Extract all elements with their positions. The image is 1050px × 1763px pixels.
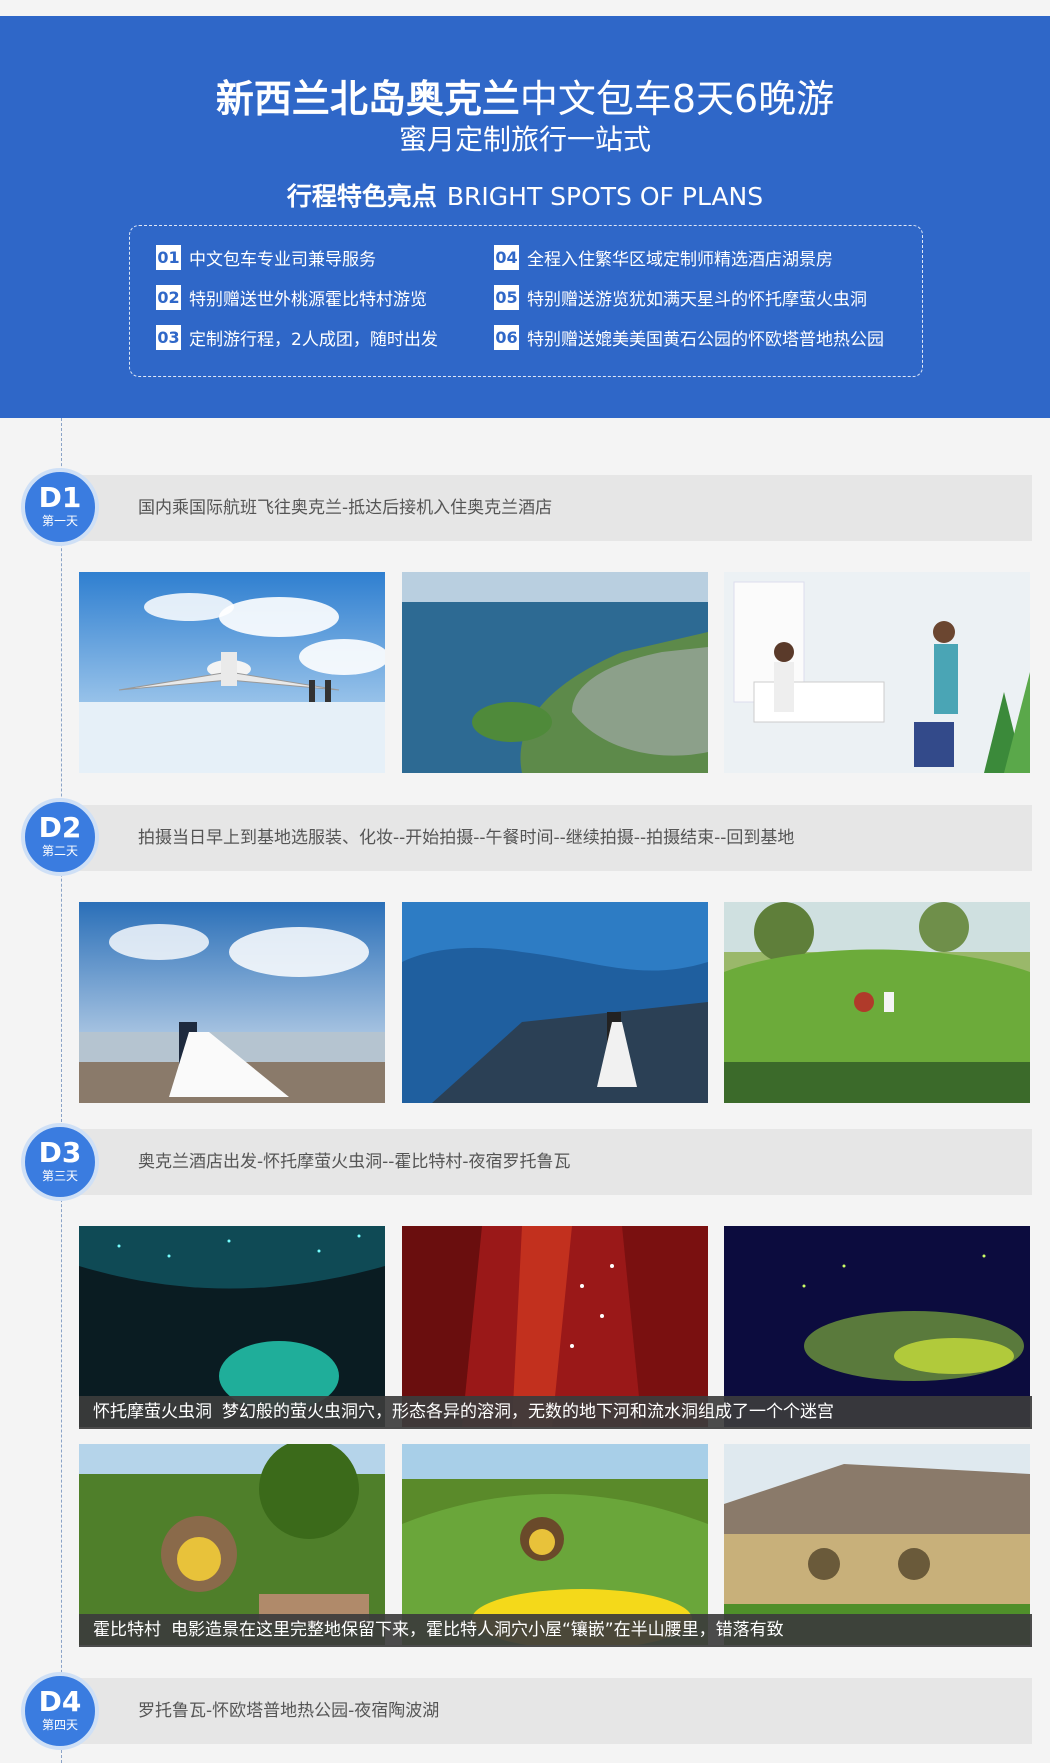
features-box: 01 中文包车专业司兼导服务 02 特别赠送世外桃源霍比特村游览 03 定制游行程，2… (129, 225, 923, 377)
feature-number: 02 (156, 285, 181, 310)
feature-text: 中文包车专业司兼导服务 (189, 250, 376, 270)
day-code: D1 (38, 481, 82, 514)
feature-text: 全程入住繁华区域定制师精选酒店湖景房 (527, 250, 833, 270)
top-strip (0, 0, 1050, 16)
caption-glowworm-cave: 怀托摩萤火虫洞 梦幻般的萤火虫洞穴，形态各异的溶洞，无数的地下河和流水洞组成了一个… (79, 1396, 1032, 1429)
day-label: 第三天 (41, 1169, 78, 1183)
day-code: D3 (38, 1136, 82, 1169)
feature-item: 04 全程入住繁华区域定制师精选酒店湖景房 (494, 245, 833, 270)
day-label: 第二天 (41, 844, 78, 858)
day-badge-d1: D1 第一天 (21, 468, 99, 546)
feature-number: 04 (494, 245, 519, 270)
photo-private-jet (79, 572, 385, 773)
title-regular-part: 中文包车8天6晚游 (519, 77, 835, 121)
title-bold-part: 新西兰北岛奥克兰 (215, 77, 520, 121)
day-label: 第四天 (41, 1718, 78, 1732)
feature-item: 02 特别赠送世外桃源霍比特村游览 (156, 285, 427, 310)
page-subtitle: 蜜月定制旅行一站式 (398, 123, 651, 156)
caption-hobbiton: 霍比特村 电影造景在这里完整地保留下来，霍比特人洞穴小屋“镶嵌”在半山腰里，错落有… (79, 1614, 1032, 1647)
timeline-line (61, 418, 62, 1763)
day-label: 第一天 (41, 514, 78, 528)
day-description: 拍摄当日早上到基地选服装、化妆--开始拍摄--午餐时间--继续拍摄--拍摄结束-… (138, 828, 795, 848)
day-badge-d4: D4 第四天 (21, 1672, 99, 1750)
day-bar-d4: 罗托鲁瓦-怀欧塔普地热公园-夜宿陶波湖 (78, 1678, 1032, 1744)
caption-title: 霍比特村 (93, 1620, 161, 1640)
feature-text: 特别赠送媲美美国黄石公园的怀欧塔普地热公园 (527, 330, 884, 350)
spots-heading-cn: 行程特色亮点 (286, 182, 437, 211)
day-badge-d3: D3 第三天 (21, 1123, 99, 1201)
day-description: 国内乘国际航班飞往奥克兰-抵达后接机入住奥克兰酒店 (138, 498, 553, 518)
feature-number: 03 (156, 325, 181, 350)
spots-heading: 行程特色亮点 BRIGHT SPOTS OF PLANS (0, 178, 1050, 216)
feature-item: 01 中文包车专业司兼导服务 (156, 245, 376, 270)
photo-rock-shore-couple (402, 902, 708, 1103)
feature-text: 特别赠送游览犹如满天星斗的怀托摩萤火虫洞 (527, 290, 867, 310)
day-badge-d2: D2 第二天 (21, 798, 99, 876)
photo-marina-couple (79, 902, 385, 1103)
day-code: D2 (38, 811, 82, 844)
header-banner: 新西兰北岛奥克兰中文包车8天6晚游 蜜月定制旅行一站式 行程特色亮点 BRIGHT… (0, 16, 1050, 418)
caption-title: 怀托摩萤火虫洞 (93, 1402, 212, 1422)
day-bar-d2: 拍摄当日早上到基地选服装、化妆--开始拍摄--午餐时间--继续拍摄--拍摄结束-… (78, 805, 1032, 871)
photo-auckland-aerial (402, 572, 708, 773)
day-bar-d3: 奥克兰酒店出发-怀托摩萤火虫洞--霍比特村-夜宿罗托鲁瓦 (78, 1129, 1032, 1195)
feature-text: 定制游行程，2人成团，随时出发 (189, 330, 438, 350)
day-description: 罗托鲁瓦-怀欧塔普地热公园-夜宿陶波湖 (138, 1701, 440, 1721)
caption-text: 电影造景在这里完整地保留下来，霍比特人洞穴小屋“镶嵌”在半山腰里，错落有致 (171, 1620, 784, 1640)
day-code: D4 (38, 1685, 82, 1718)
photo-hotel-lobby (724, 572, 1030, 773)
feature-item: 05 特别赠送游览犹如满天星斗的怀托摩萤火虫洞 (494, 285, 867, 310)
feature-item: 06 特别赠送媲美美国黄石公园的怀欧塔普地热公园 (494, 325, 884, 350)
day-description: 奥克兰酒店出发-怀托摩萤火虫洞--霍比特村-夜宿罗托鲁瓦 (138, 1152, 571, 1172)
photo-hobbit-hill (724, 902, 1030, 1103)
feature-text: 特别赠送世外桃源霍比特村游览 (189, 290, 427, 310)
caption-text: 梦幻般的萤火虫洞穴，形态各异的溶洞，无数的地下河和流水洞组成了一个个迷宫 (222, 1402, 834, 1422)
feature-number: 05 (494, 285, 519, 310)
feature-number: 06 (494, 325, 519, 350)
page-title: 新西兰北岛奥克兰中文包车8天6晚游 (0, 72, 1050, 126)
feature-number: 01 (156, 245, 181, 270)
feature-item: 03 定制游行程，2人成团，随时出发 (156, 325, 438, 350)
spots-heading-en: BRIGHT SPOTS OF PLANS (446, 182, 764, 211)
day-bar-d1: 国内乘国际航班飞往奥克兰-抵达后接机入住奥克兰酒店 (78, 475, 1032, 541)
